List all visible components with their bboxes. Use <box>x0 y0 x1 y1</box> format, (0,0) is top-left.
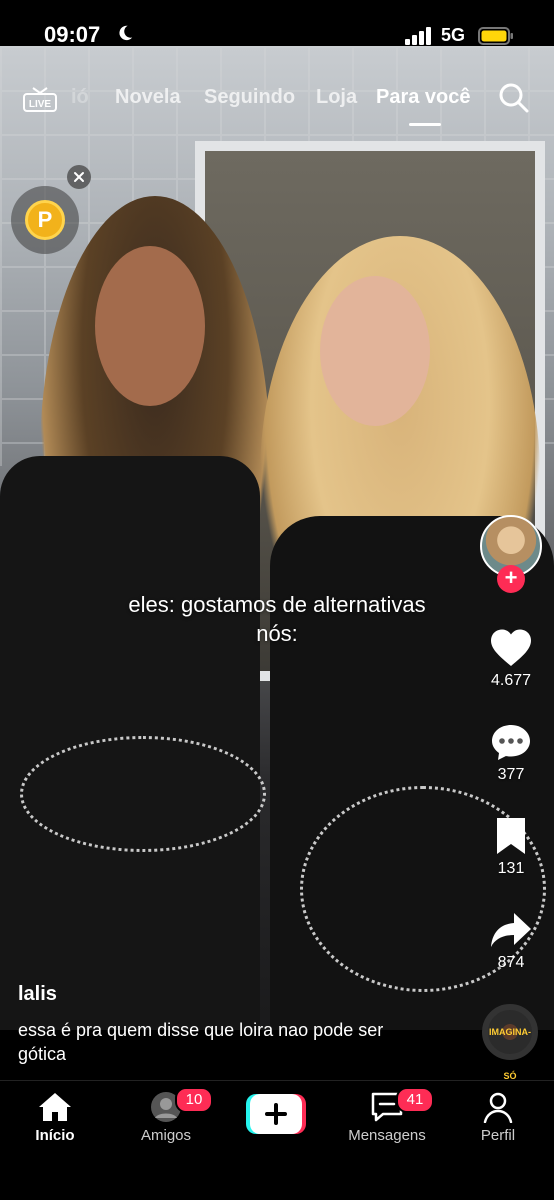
home-icon <box>39 1093 71 1121</box>
tab-para-voce[interactable]: Para você <box>376 86 471 109</box>
video-caption: eles: gostamos de alternativas nós: <box>0 590 554 648</box>
nav-perfil[interactable]: Perfil <box>443 1091 553 1144</box>
share-button[interactable]: 874 <box>476 910 546 972</box>
live-icon[interactable]: LIVE <box>23 86 57 112</box>
nav-amigos-label: Amigos <box>140 1127 192 1144</box>
top-nav: LIVE ió Novela Seguindo Loja Para você <box>0 80 554 126</box>
search-icon[interactable] <box>498 82 530 114</box>
chain-belt-left <box>20 736 266 852</box>
comment-button[interactable]: 377 <box>476 722 546 784</box>
comment-count: 377 <box>497 766 525 783</box>
bookmark-icon <box>497 818 525 854</box>
status-bar: 09:07 5G <box>0 0 554 47</box>
caption-line-2: nós: <box>256 621 298 646</box>
bottom-nav: Início 10 Amigos 41 Mensagens Perfil <box>0 1080 554 1200</box>
nav-mensagens-label: Mensagens <box>348 1127 426 1144</box>
heart-icon <box>491 629 531 666</box>
profile-icon <box>483 1092 513 1123</box>
coin-icon: P <box>25 200 65 240</box>
nav-perfil-label: Perfil <box>480 1127 516 1144</box>
status-time: 09:07 <box>44 22 101 47</box>
tab-seguindo[interactable]: Seguindo <box>204 86 295 109</box>
coin-reward-widget[interactable]: P <box>11 186 79 254</box>
close-icon[interactable] <box>67 165 91 189</box>
post-description: essa é pra quem disse que loira nao pode… <box>18 1020 384 1064</box>
save-count: 131 <box>497 860 525 877</box>
create-button[interactable] <box>246 1094 306 1134</box>
nav-mensagens[interactable]: 41 Mensagens <box>332 1087 442 1144</box>
tab-partial[interactable]: ió <box>71 86 89 109</box>
moon-icon <box>119 25 133 41</box>
svg-text:LIVE: LIVE <box>29 99 52 110</box>
tab-novela[interactable]: Novela <box>115 86 181 109</box>
share-count: 874 <box>497 954 525 971</box>
like-count: 4.677 <box>490 672 532 689</box>
amigos-badge: 10 <box>175 1087 213 1113</box>
mensagens-badge: 41 <box>396 1087 434 1113</box>
nav-amigos[interactable]: 10 Amigos <box>111 1087 221 1144</box>
signal-icon <box>405 27 431 45</box>
share-icon <box>491 913 531 947</box>
nav-inicio[interactable]: Início <box>0 1091 110 1144</box>
video-player[interactable] <box>0 46 554 1030</box>
follow-button[interactable]: + <box>497 565 525 593</box>
tab-loja[interactable]: Loja <box>316 86 357 109</box>
save-button[interactable]: 131 <box>476 816 546 878</box>
active-tab-indicator <box>409 123 441 126</box>
caption-line-1: eles: gostamos de alternativas <box>128 592 426 617</box>
nav-inicio-label: Início <box>35 1127 75 1144</box>
person-right-face <box>320 276 430 426</box>
network-type: 5G <box>441 25 466 45</box>
person-left-face <box>95 246 205 406</box>
like-button[interactable]: 4.677 <box>476 628 546 690</box>
music-disc[interactable]: IMAGINA-SÓ <box>482 1004 538 1081</box>
comment-icon <box>492 725 530 760</box>
battery-icon <box>478 27 513 45</box>
author-name[interactable]: lalis <box>18 983 57 1006</box>
